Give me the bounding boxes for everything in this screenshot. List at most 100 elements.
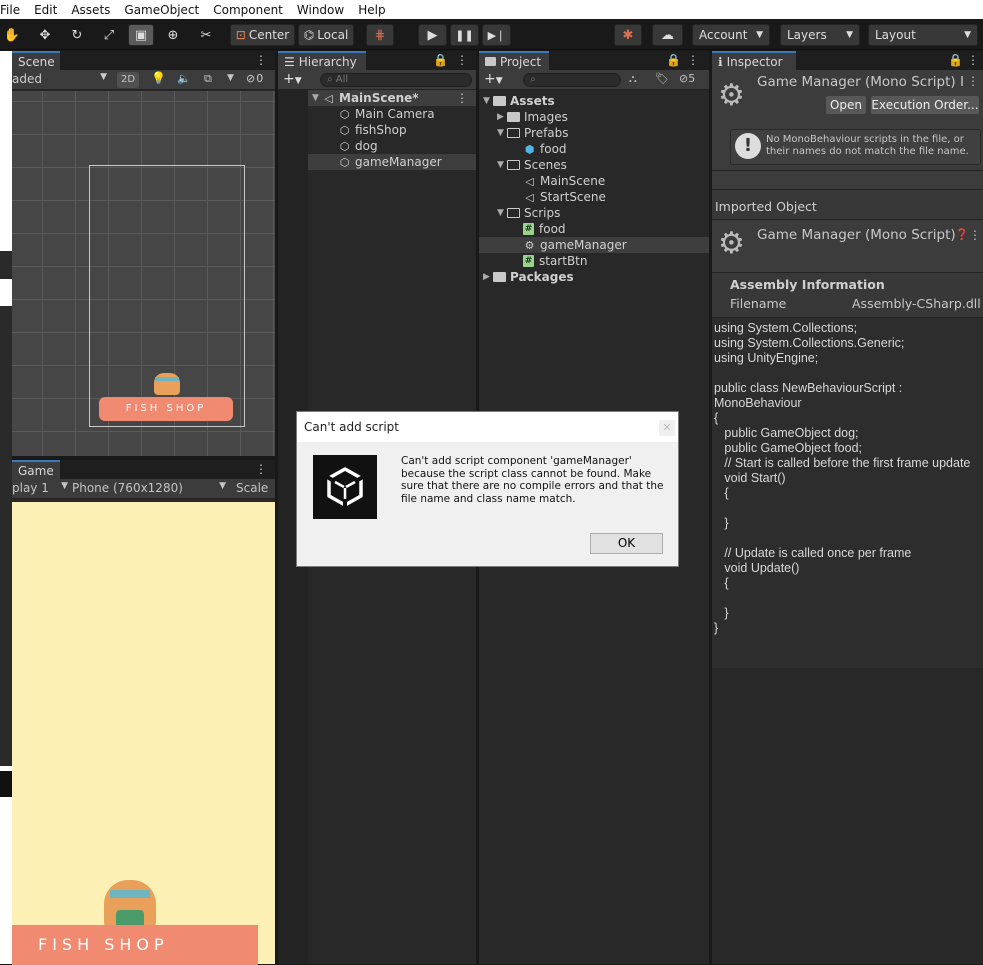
- game-viewport[interactable]: FISH SHOP: [12, 502, 275, 965]
- ok-button[interactable]: OK: [590, 533, 663, 554]
- folder-packages[interactable]: ▶ Packages: [483, 269, 574, 285]
- open-button[interactable]: Open: [826, 96, 866, 114]
- unity-scene-icon: ◁: [324, 91, 333, 105]
- header-menu-icon[interactable]: ⋮: [967, 74, 979, 88]
- layers-dropdown[interactable]: Layers ▼: [780, 24, 860, 46]
- step-button[interactable]: ▶❘: [482, 24, 511, 46]
- menu-component[interactable]: Component: [206, 3, 290, 17]
- tab-project[interactable]: Project: [479, 51, 549, 70]
- search-icon: ⌕: [327, 74, 336, 85]
- move-tool-icon[interactable]: ✥: [33, 24, 57, 46]
- grid-snap-icon[interactable]: ⋕: [366, 24, 394, 46]
- folder-assets[interactable]: ▼ Assets: [483, 93, 555, 109]
- shading-mode-dropdown[interactable]: aded ▼: [12, 72, 107, 88]
- hierarchy-item-fishshop[interactable]: ⬡ fishShop: [338, 122, 407, 138]
- asset-script-gamemanager[interactable]: ⚙ gameManager: [479, 237, 709, 253]
- tab-game[interactable]: Game: [12, 460, 60, 479]
- warning-icon: !: [735, 133, 761, 159]
- folder-images[interactable]: ▶ Images: [497, 109, 568, 125]
- folder-prefabs[interactable]: ▼ Prefabs: [497, 125, 569, 141]
- close-icon[interactable]: ✕: [659, 420, 675, 436]
- menu-gameobject[interactable]: GameObject: [117, 3, 206, 17]
- asset-mainscene[interactable]: ◁ MainScene: [523, 173, 605, 189]
- hierarchy-item-main-camera[interactable]: ⬡ Main Camera: [338, 106, 435, 122]
- folder-scrips[interactable]: ▼ Scrips: [497, 205, 560, 221]
- asset-startscene[interactable]: ◁ StartScene: [523, 189, 606, 205]
- open-folder-icon: [507, 128, 520, 138]
- scene-viewport[interactable]: FISH SHOP: [12, 91, 275, 456]
- pivot-center-button[interactable]: ⊡ Center: [230, 24, 295, 46]
- pause-button[interactable]: ❚❚: [450, 24, 479, 46]
- help-icon[interactable]: ❓: [955, 228, 969, 241]
- collab-icon[interactable]: ✱: [614, 24, 642, 46]
- menu-help[interactable]: Help: [351, 3, 392, 17]
- csharp-script-icon: #: [523, 223, 534, 235]
- rect-tool-icon[interactable]: ▣: [128, 24, 154, 46]
- filename-value: Assembly-CSharp.dll: [852, 296, 981, 311]
- account-dropdown[interactable]: Account ▼: [692, 24, 770, 46]
- tab-inspector[interactable]: ℹ Inspector: [712, 51, 796, 70]
- asset-script-food[interactable]: # food: [523, 221, 566, 237]
- execution-order-button[interactable]: Execution Order...: [871, 96, 979, 114]
- lighting-icon[interactable]: 💡: [151, 71, 166, 85]
- background-window-strip: [0, 51, 12, 964]
- pivot-local-button[interactable]: ⌬ Local: [298, 24, 354, 46]
- lock-icon[interactable]: 🔒: [433, 53, 448, 67]
- mode-2d-toggle[interactable]: 2D: [117, 72, 139, 88]
- effects-dropdown-icon[interactable]: ▼: [227, 73, 234, 83]
- menu-window[interactable]: Window: [290, 3, 351, 17]
- menu-edit[interactable]: Edit: [27, 3, 64, 17]
- folder-icon: [493, 96, 506, 106]
- hierarchy-search-input[interactable]: ⌕ All: [320, 73, 472, 87]
- audio-icon[interactable]: 🔈: [177, 72, 191, 85]
- search-icon: ⌕: [530, 74, 536, 85]
- asset-food-prefab[interactable]: ⬢ food: [523, 141, 567, 157]
- scene-menu-icon[interactable]: ⋮: [255, 53, 267, 67]
- filename-label: Filename: [730, 296, 787, 311]
- component-menu-icon[interactable]: ⋮: [969, 228, 981, 242]
- lock-icon[interactable]: 🔒: [948, 53, 963, 67]
- hand-tool-icon[interactable]: ✋: [0, 24, 24, 46]
- filter-type-icon[interactable]: ⛬: [629, 72, 637, 86]
- scale-tool-icon[interactable]: ⤢: [97, 24, 121, 46]
- hierarchy-menu-icon[interactable]: ⋮: [456, 53, 468, 67]
- warning-box: ! No MonoBehaviour scripts in the file, …: [730, 129, 981, 165]
- fish-shop-sprite: FISH SHOP: [99, 397, 233, 421]
- asset-script-startbtn[interactable]: # startBtn: [523, 253, 588, 269]
- transform-tool-icon[interactable]: ⊕: [161, 24, 185, 46]
- scene-menu-icon[interactable]: ⋮: [456, 91, 468, 105]
- script-code: using System.Collections; using System.C…: [714, 321, 971, 635]
- scene-root-item[interactable]: ▼ ◁ MainScene* ⋮: [308, 90, 476, 106]
- create-asset-button[interactable]: +▼: [484, 71, 503, 87]
- layout-dropdown[interactable]: Layout ▼: [868, 24, 978, 46]
- play-button[interactable]: ▶: [418, 24, 447, 46]
- project-menu-icon[interactable]: ⋮: [687, 53, 699, 67]
- menu-assets[interactable]: Assets: [64, 3, 117, 17]
- resolution-dropdown[interactable]: Phone (760x1280) ▼: [72, 481, 226, 497]
- tab-hierarchy[interactable]: ☰ Hierarchy: [278, 51, 366, 70]
- dialog-title: Can't add script: [297, 412, 678, 442]
- prefab-cube-icon: ⬢: [524, 142, 535, 156]
- cloud-icon[interactable]: ☁: [652, 24, 683, 46]
- hierarchy-item-dog[interactable]: ⬡ dog: [338, 138, 378, 154]
- hidden-packages-icon[interactable]: ⊘5: [679, 72, 695, 85]
- folder-scenes[interactable]: ▼ Scenes: [497, 157, 567, 173]
- display-dropdown[interactable]: play 1 ▼: [12, 481, 68, 497]
- custom-tool-icon[interactable]: ✂: [194, 24, 218, 46]
- filter-label-icon[interactable]: 🏷: [655, 72, 669, 85]
- hidden-objects-icon[interactable]: ⊘0: [246, 72, 263, 85]
- folder-icon: [507, 112, 520, 122]
- script-preview: using System.Collections; using System.C…: [712, 317, 983, 668]
- tab-scene[interactable]: Scene: [12, 51, 60, 70]
- lock-icon[interactable]: 🔒: [666, 53, 681, 67]
- game-menu-icon[interactable]: ⋮: [255, 462, 267, 476]
- create-button[interactable]: +▼: [283, 71, 302, 87]
- effects-icon[interactable]: ⧉: [204, 72, 212, 86]
- scale-slider-label[interactable]: Scale: [236, 481, 268, 495]
- inspector-menu-icon[interactable]: ⋮: [967, 53, 979, 67]
- project-search-input[interactable]: ⌕: [523, 73, 621, 87]
- menu-file[interactable]: File: [0, 3, 27, 17]
- rotate-tool-icon[interactable]: ↻: [65, 24, 89, 46]
- main-toolbar: ✋ ✥ ↻ ⤢ ▣ ⊕ ✂ ⊡ Center ⌬ Local ⋕ ▶ ❚❚ ▶❘ ✱…: [0, 19, 983, 50]
- hierarchy-item-gamemanager[interactable]: ⬡ gameManager: [308, 154, 476, 170]
